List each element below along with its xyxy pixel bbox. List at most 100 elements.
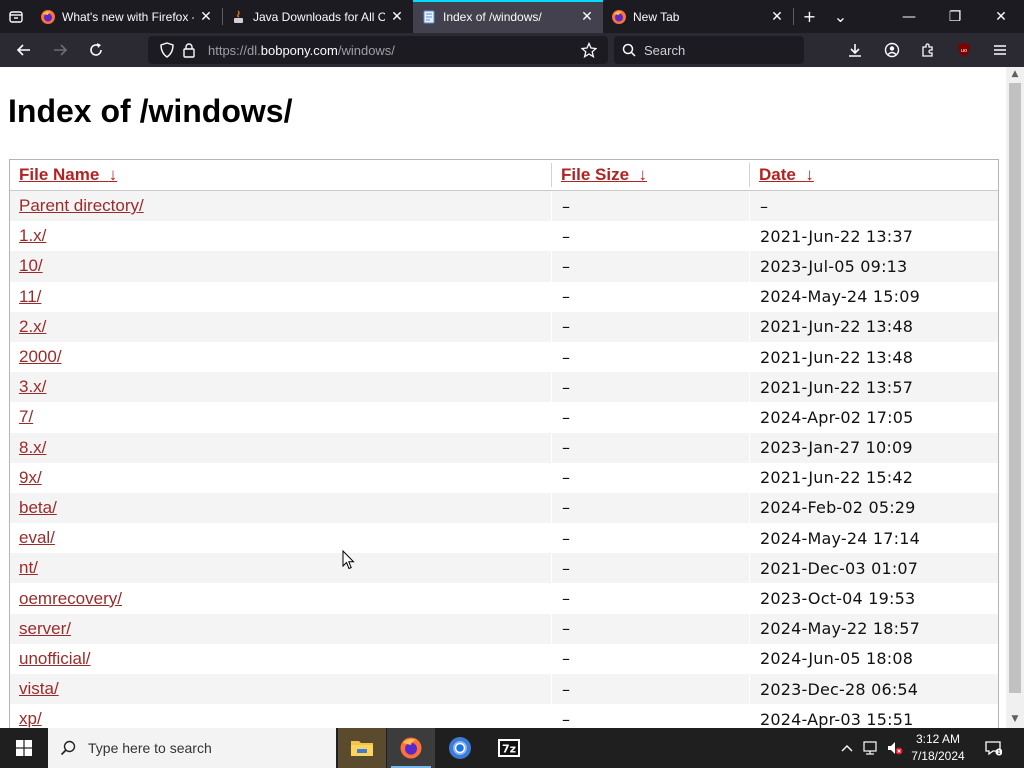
restore-icon: ❐ <box>948 8 962 25</box>
sort-by-size-link[interactable]: File Size ↓ <box>561 165 647 185</box>
ublock-origin-button[interactable]: uo <box>949 33 979 67</box>
tracking-protection-icon[interactable] <box>156 42 178 58</box>
menu-button[interactable] <box>985 33 1015 67</box>
reload-button[interactable] <box>78 35 114 65</box>
file-size-cell: – <box>562 287 570 307</box>
file-size-cell: – <box>562 196 570 216</box>
date-cell: 2024-May-24 15:09 <box>760 287 921 307</box>
scroll-up-icon[interactable]: ▲ <box>1006 67 1024 81</box>
directory-link[interactable]: 2000/ <box>19 347 62 367</box>
directory-link[interactable]: 2.x/ <box>19 317 46 337</box>
url-path: /windows/ <box>337 42 395 58</box>
network-status-button[interactable] <box>860 728 882 768</box>
table-row: 11/ – 2024-May-24 15:09 <box>10 281 998 312</box>
reload-icon <box>90 43 102 56</box>
volume-muted-icon <box>888 742 903 755</box>
taskbar-firefox[interactable] <box>387 728 435 768</box>
taskbar-clock[interactable]: 3:12 AM 7/18/2024 <box>906 731 970 765</box>
directory-link[interactable]: 8.x/ <box>19 438 46 458</box>
search-icon <box>60 740 76 756</box>
page-title: Index of /windows/ <box>8 93 293 129</box>
directory-link[interactable]: oemrecovery/ <box>19 589 122 609</box>
tab-close-icon[interactable]: ✕ <box>579 8 595 25</box>
notification-icon: 1 <box>985 741 1002 756</box>
search-icon <box>622 43 636 57</box>
tab-whats-new[interactable]: What's new with Firefox - ✕ <box>32 0 222 33</box>
back-button[interactable] <box>6 35 42 65</box>
directory-link[interactable]: beta/ <box>19 498 57 518</box>
table-body: Parent directory/ – – 1.x/ – 2021-Jun-22 13:3… <box>10 191 998 728</box>
header-label: Date <box>759 165 796 184</box>
taskbar-7zip[interactable]: 7z <box>485 728 533 768</box>
file-name-cell: 3.x/ <box>10 372 551 402</box>
file-size-cell: – <box>562 407 570 427</box>
list-all-tabs-button[interactable]: ⌄ <box>825 0 856 33</box>
directory-link[interactable]: server/ <box>19 619 71 639</box>
date-cell: 2021-Dec-03 01:07 <box>760 558 919 578</box>
directory-link[interactable]: nt/ <box>19 558 38 578</box>
firefox-view-button[interactable] <box>0 0 32 33</box>
file-size-cell: – <box>562 528 570 548</box>
file-name-cell: 7/ <box>10 402 551 432</box>
chrome-icon <box>449 737 471 759</box>
extensions-button[interactable] <box>913 33 943 67</box>
sort-by-date-link[interactable]: Date ↓ <box>759 165 814 185</box>
date-cell: 2024-May-22 18:57 <box>760 619 921 639</box>
bookmark-star-icon[interactable] <box>578 42 600 58</box>
start-button[interactable] <box>0 728 48 768</box>
file-size-cell: – <box>562 317 570 337</box>
directory-link[interactable]: 9x/ <box>19 468 42 488</box>
file-size-cell: – <box>562 377 570 397</box>
forward-button[interactable] <box>42 35 78 65</box>
directory-link[interactable]: xp/ <box>19 709 42 728</box>
directory-link[interactable]: eval/ <box>19 528 55 548</box>
lock-icon[interactable] <box>178 42 200 58</box>
directory-link[interactable]: Parent directory/ <box>19 196 144 216</box>
show-hidden-icons-button[interactable] <box>838 728 856 768</box>
firefox-view-icon <box>9 10 23 23</box>
search-bar[interactable]: Search <box>614 36 804 64</box>
taskbar-file-explorer[interactable] <box>338 728 386 768</box>
url-text[interactable]: https://dl.bobpony.com/windows/ <box>200 43 578 58</box>
directory-link[interactable]: 3.x/ <box>19 377 46 397</box>
directory-link[interactable]: unofficial/ <box>19 649 91 669</box>
downloads-button[interactable] <box>840 33 870 67</box>
scroll-down-icon[interactable]: ▼ <box>1006 712 1024 726</box>
directory-link[interactable]: 7/ <box>19 407 33 427</box>
date-cell: 2021-Jun-22 15:42 <box>760 468 914 488</box>
volume-button[interactable] <box>884 728 906 768</box>
tab-java-downloads[interactable]: Java Downloads for All Op ✕ <box>223 0 413 33</box>
directory-link[interactable]: 10/ <box>19 256 43 276</box>
address-bar[interactable]: https://dl.bobpony.com/windows/ <box>148 36 608 64</box>
url-prefix: https://dl. <box>208 42 261 58</box>
tab-title: New Tab <box>633 9 680 24</box>
vertical-scrollbar[interactable]: ▲ ▼ <box>1006 67 1024 728</box>
account-button[interactable] <box>877 33 907 67</box>
header-file-name: File Name ↓ <box>10 160 551 190</box>
tab-new-tab[interactable]: New Tab ✕ <box>603 0 793 33</box>
file-name-cell: 11/ <box>10 282 551 312</box>
action-center-button[interactable]: 1 <box>978 728 1008 768</box>
minimize-button[interactable]: — <box>886 0 932 33</box>
table-row: 2.x/ – 2021-Jun-22 13:48 <box>10 311 998 342</box>
directory-link[interactable]: 1.x/ <box>19 226 46 246</box>
table-header: File Name ↓ File Size ↓ Date ↓ <box>10 160 998 191</box>
date-cell: 2024-Jun-05 18:08 <box>760 649 914 669</box>
tab-close-icon[interactable]: ✕ <box>769 8 785 25</box>
file-name-cell: 9x/ <box>10 463 551 493</box>
date-cell: 2021-Jun-22 13:37 <box>760 226 914 246</box>
directory-link[interactable]: vista/ <box>19 679 59 699</box>
taskbar-chrome[interactable] <box>436 728 484 768</box>
scrollbar-thumb[interactable] <box>1009 83 1021 693</box>
restore-button[interactable]: ❐ <box>932 0 978 33</box>
taskbar-search-box[interactable]: Type here to search <box>48 728 336 768</box>
tab-close-icon[interactable]: ✕ <box>198 8 214 25</box>
window-close-button[interactable]: ✕ <box>978 0 1024 33</box>
tab-index-windows[interactable]: Index of /windows/ ✕ <box>413 0 603 33</box>
directory-link[interactable]: 11/ <box>19 287 41 307</box>
svg-text:1: 1 <box>997 750 1000 756</box>
tab-close-icon[interactable]: ✕ <box>389 8 405 25</box>
sort-by-name-link[interactable]: File Name ↓ <box>19 165 117 185</box>
sort-arrow-icon: ↓ <box>805 165 814 184</box>
new-tab-button[interactable]: + <box>794 0 825 33</box>
